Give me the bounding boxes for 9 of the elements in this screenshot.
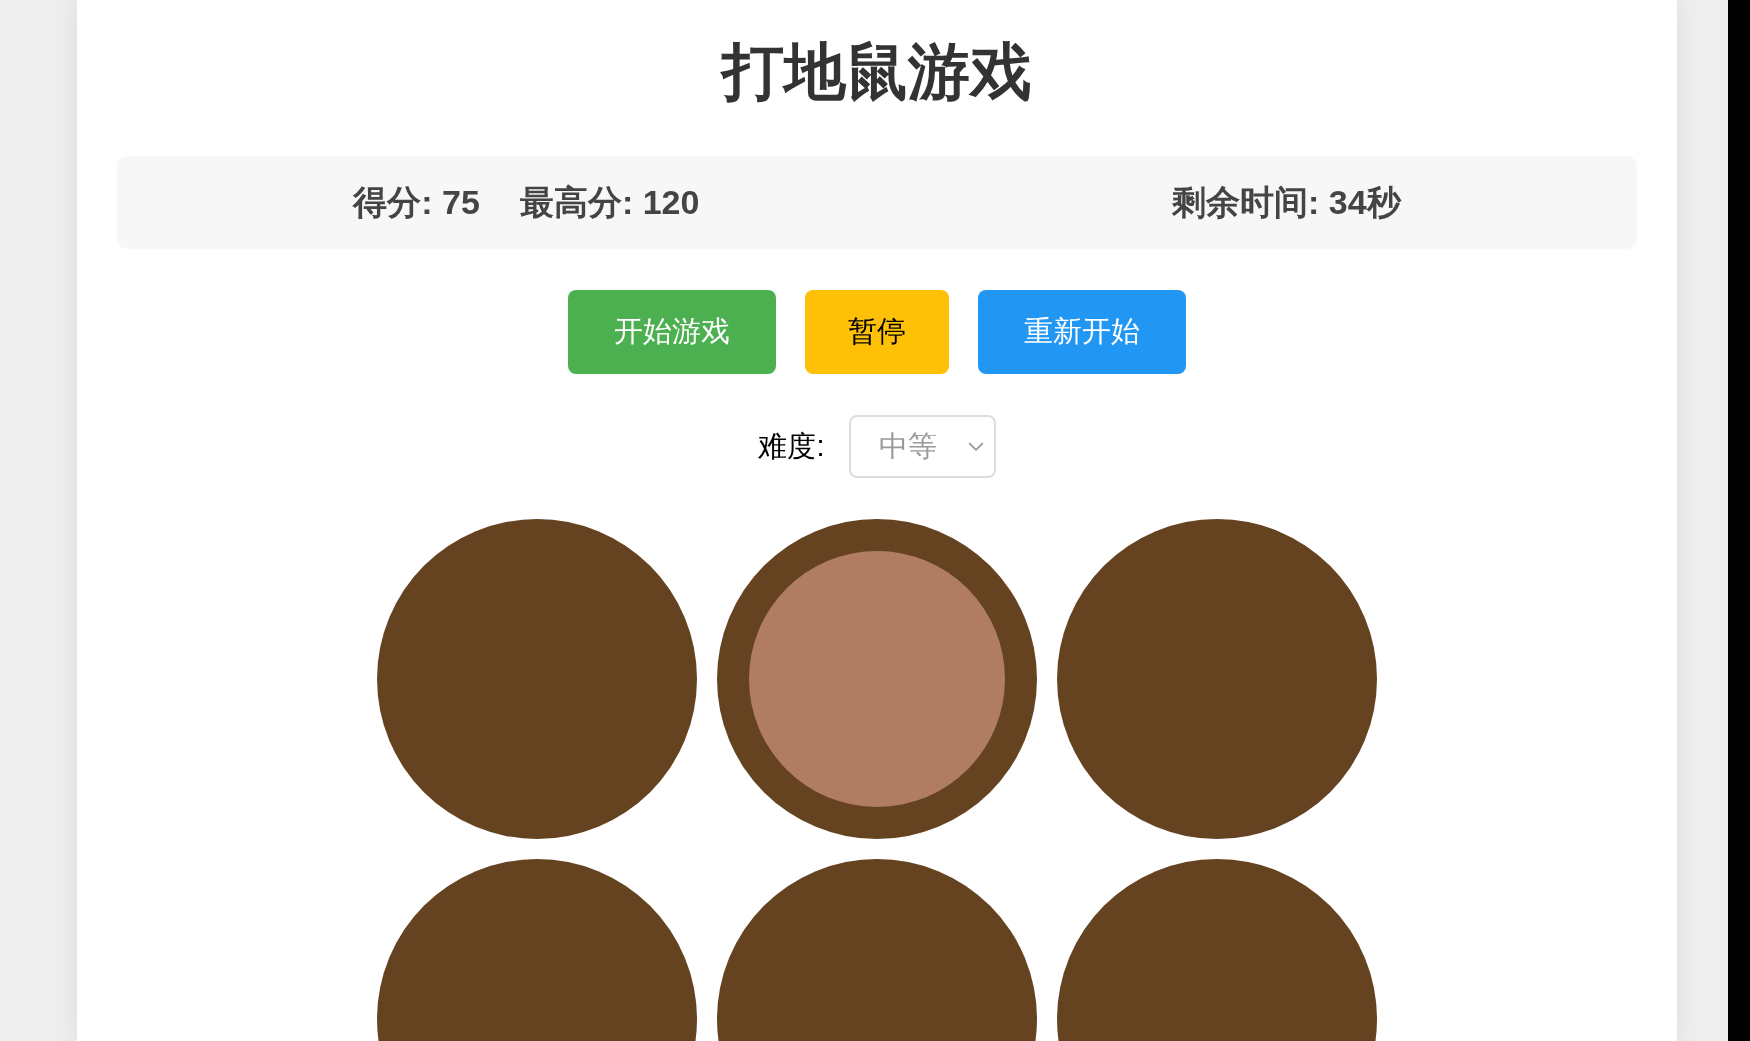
pause-button[interactable]: 暂停 bbox=[805, 290, 949, 374]
page-title: 打地鼠游戏 bbox=[722, 36, 1032, 108]
start-button[interactable]: 开始游戏 bbox=[568, 290, 776, 374]
chevron-down-icon bbox=[967, 442, 984, 451]
difficulty-label: 难度: bbox=[758, 428, 825, 464]
high-score-text: 最高分: 120 bbox=[519, 181, 700, 223]
score-text: 得分: 75 bbox=[353, 181, 480, 223]
restart-button[interactable]: 重新开始 bbox=[978, 290, 1186, 374]
time-left-text: 剩余时间: 34秒 bbox=[1172, 181, 1401, 223]
